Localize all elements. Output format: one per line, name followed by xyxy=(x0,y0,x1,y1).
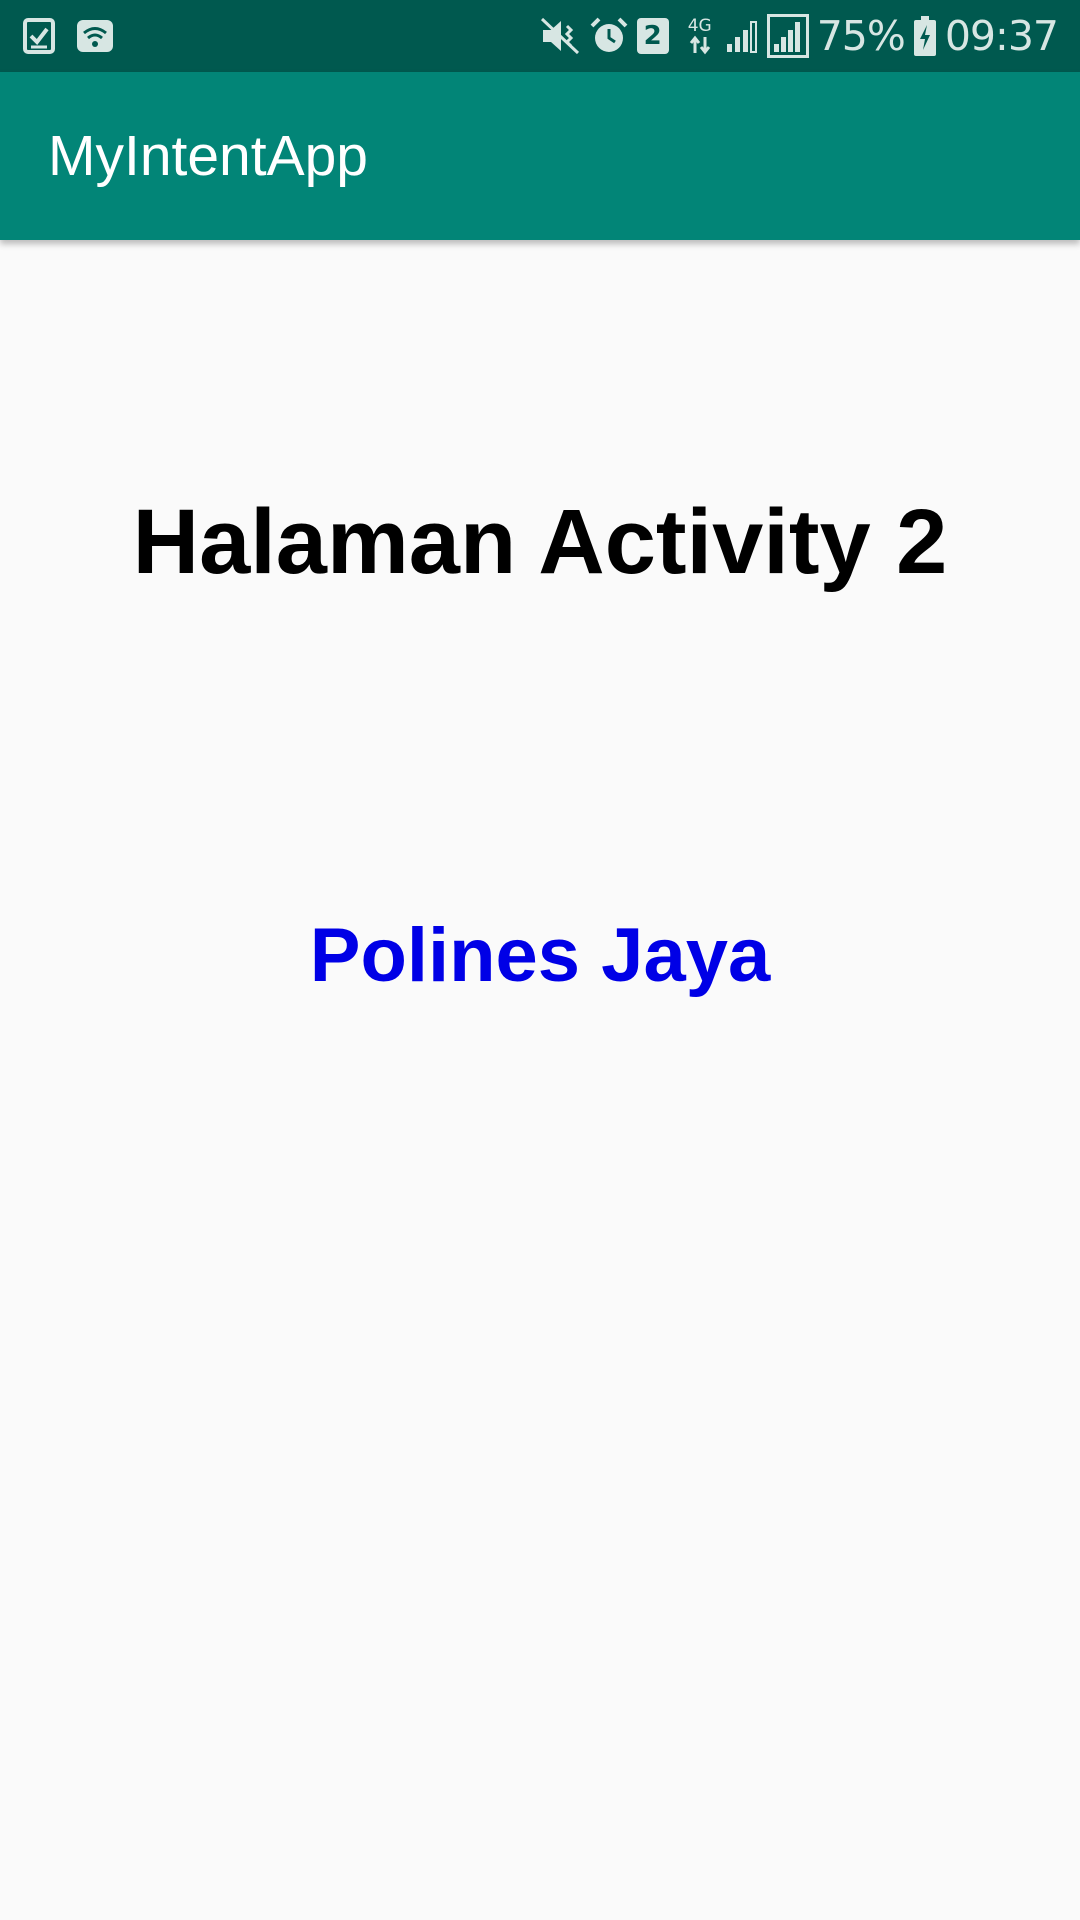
app-title: MyIntentApp xyxy=(48,124,369,188)
main-content: Halaman Activity 2 Polines Jaya xyxy=(0,240,1080,1920)
task-check-icon xyxy=(22,17,56,55)
screen: 2 4G 75% 09:37 MyIntentApp Halaman Activ… xyxy=(0,0,1080,1920)
battery-charging-icon xyxy=(913,15,937,57)
status-right-icons: 2 4G 75% 09:37 xyxy=(539,12,1059,60)
app-bar: MyIntentApp xyxy=(0,72,1080,240)
status-bar: 2 4G 75% 09:37 xyxy=(0,0,1080,72)
clock: 09:37 xyxy=(944,12,1059,60)
data-arrows-icon: 4G xyxy=(683,15,717,55)
signal-weak-icon xyxy=(725,18,759,54)
battery-percent: 75% xyxy=(816,12,906,60)
network-type-label: 4G xyxy=(687,15,712,36)
subtitle-text: Polines Jaya xyxy=(309,913,771,998)
vibrate-mute-icon xyxy=(539,16,581,56)
wifi-icon xyxy=(76,19,114,53)
status-left-icons xyxy=(22,17,114,55)
alarm-icon xyxy=(589,16,629,56)
signal-strong-icon xyxy=(766,14,809,58)
sim-2-icon: 2 xyxy=(636,18,669,54)
page-heading: Halaman Activity 2 xyxy=(132,491,948,593)
